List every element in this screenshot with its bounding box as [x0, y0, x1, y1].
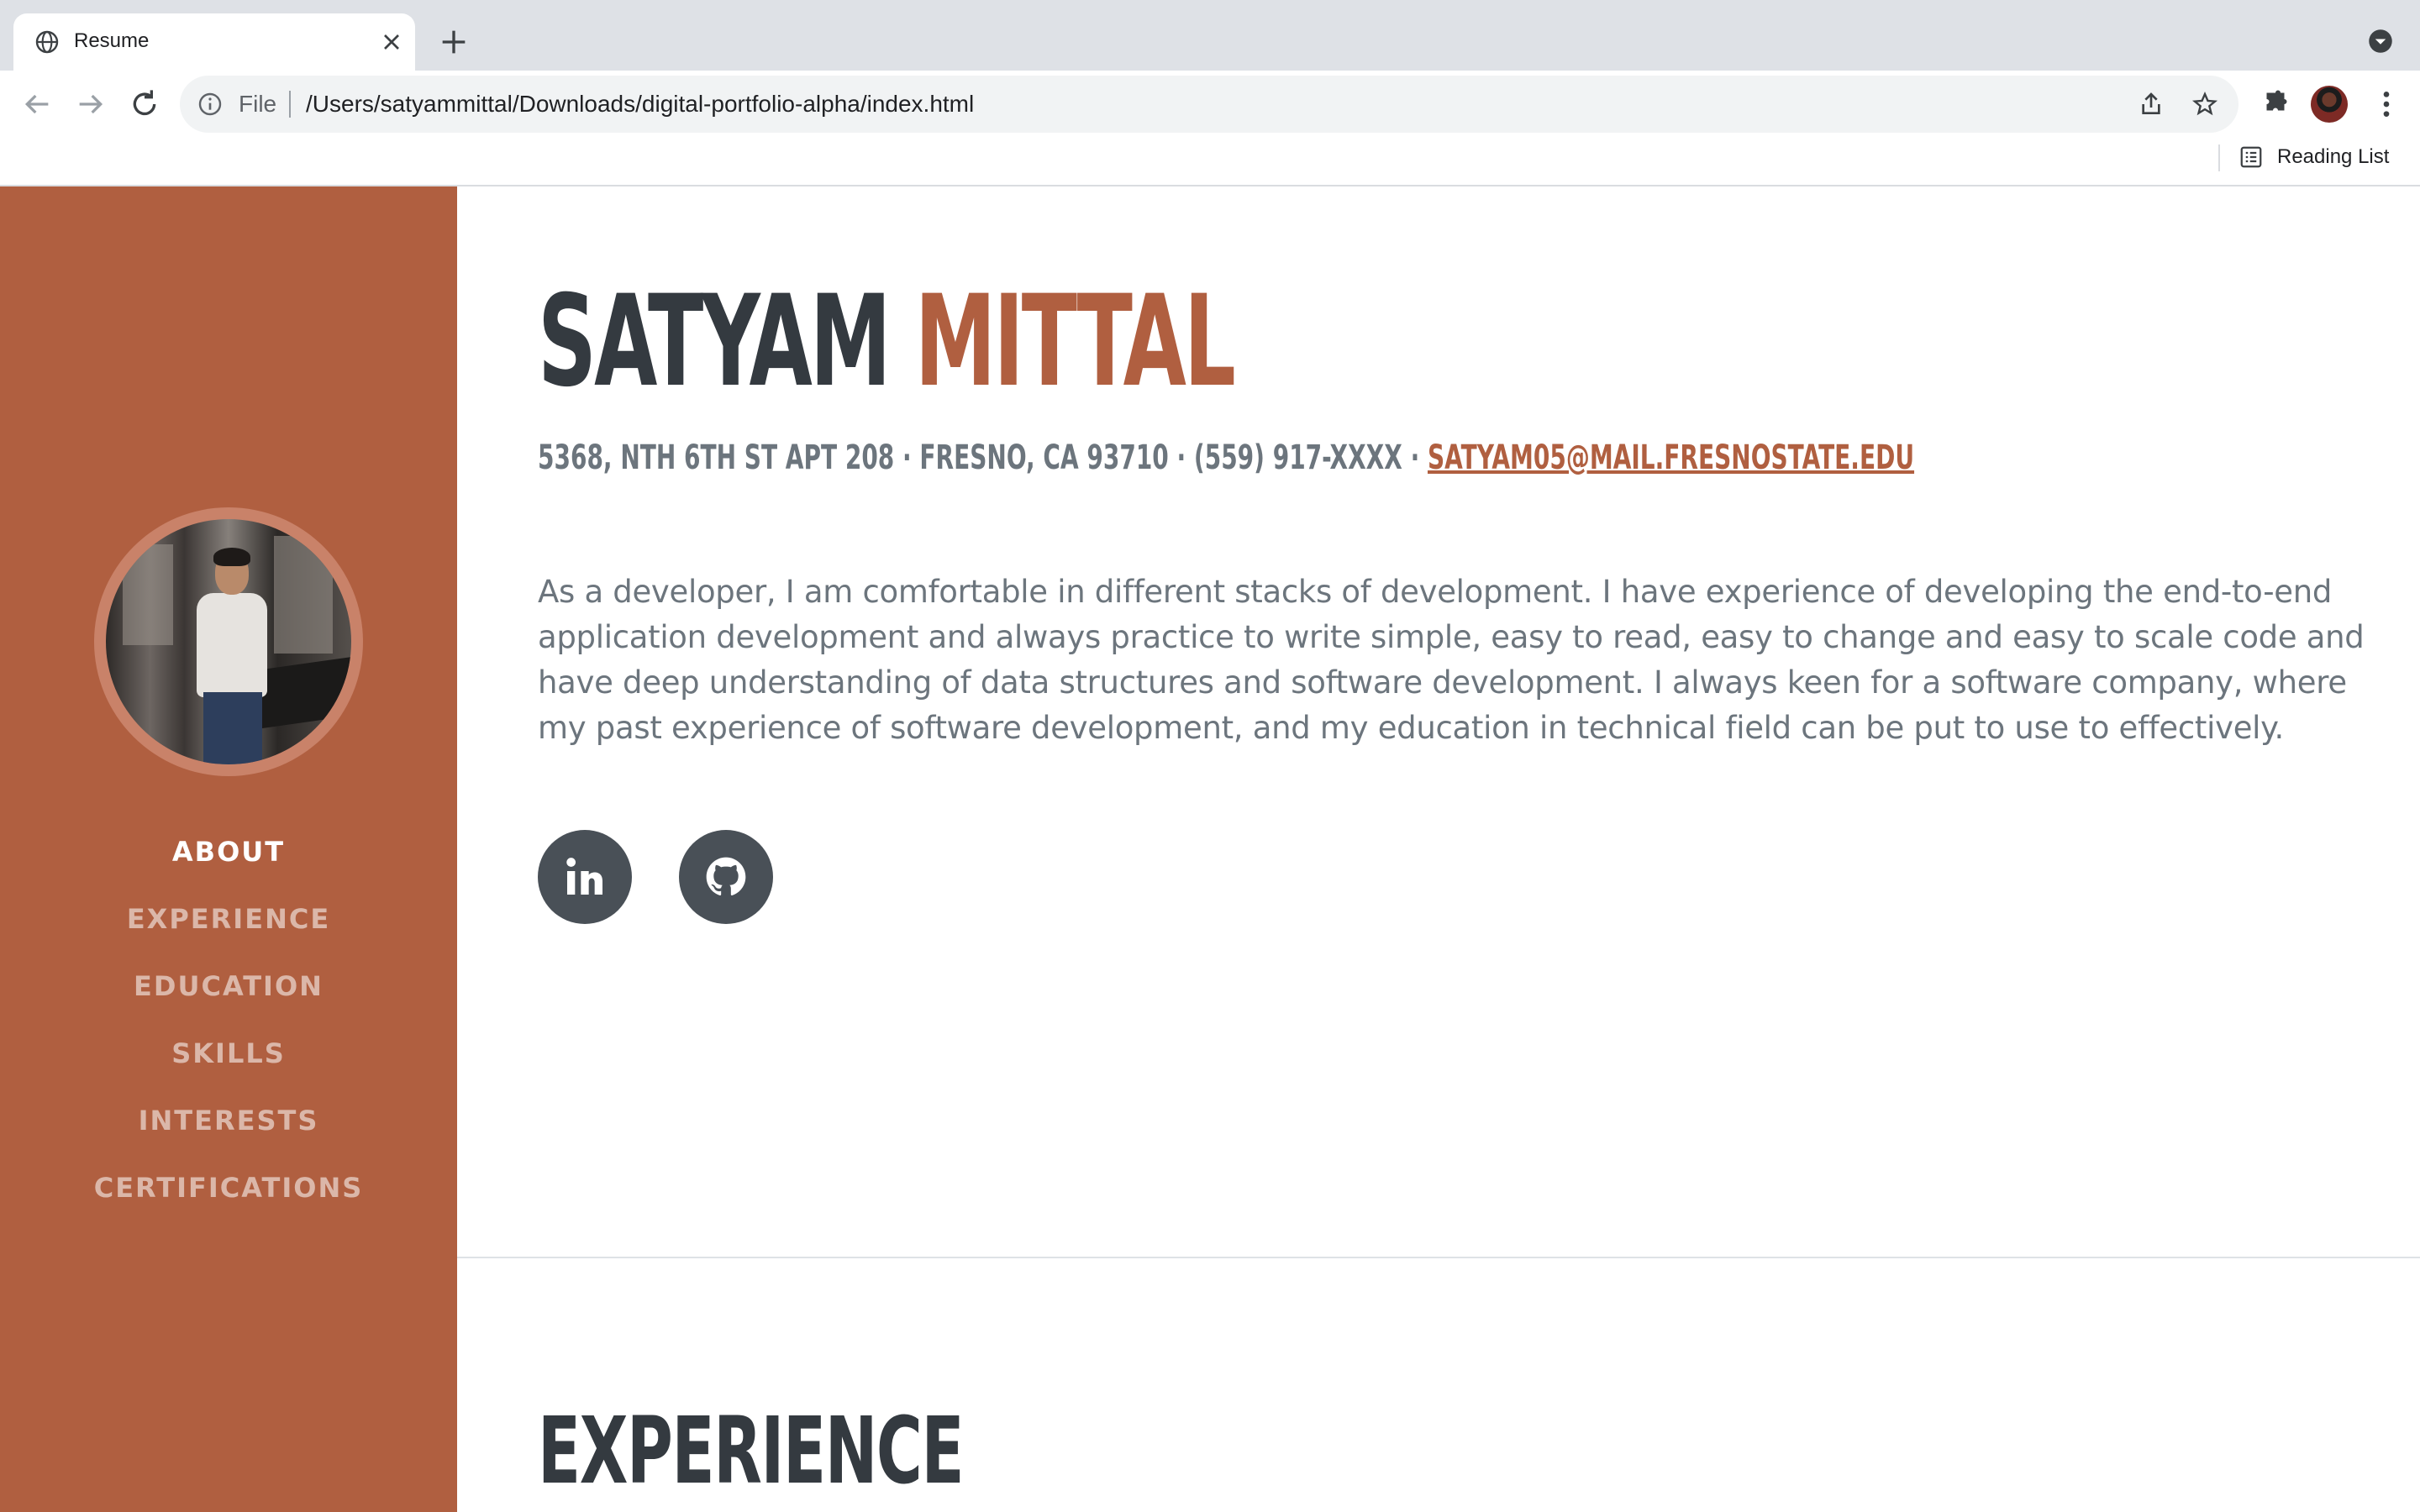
scheme-label: File — [239, 91, 277, 117]
contact-line: 5368, NTH 6TH ST APT 208 · FRESNO, CA 93… — [538, 437, 1914, 479]
nav-item-skills[interactable]: SKILLS — [0, 1020, 457, 1087]
globe-icon — [35, 30, 59, 54]
nav-item-experience[interactable]: EXPERIENCE — [0, 885, 457, 953]
page-viewport: ABOUT EXPERIENCE EDUCATION SKILLS INTERE… — [0, 186, 2420, 1512]
bookmark-star-icon[interactable] — [2191, 91, 2218, 118]
github-button[interactable] — [679, 830, 773, 924]
url-text[interactable]: /Users/satyammittal/Downloads/digital-po… — [306, 88, 974, 120]
back-arrow-icon[interactable] — [20, 87, 54, 121]
reading-list-label[interactable]: Reading List — [2277, 143, 2389, 171]
reload-icon[interactable] — [128, 87, 161, 121]
tab-title: Resume — [74, 29, 150, 52]
profile-photo-image — [106, 519, 351, 764]
sidebar: ABOUT EXPERIENCE EDUCATION SKILLS INTERE… — [0, 186, 457, 1512]
address-bar[interactable]: File /Users/satyammittal/Downloads/digit… — [180, 76, 2238, 133]
tab-search-icon[interactable] — [2368, 29, 2393, 54]
contact-details: 5368, NTH 6TH ST APT 208 · FRESNO, CA 93… — [538, 438, 1428, 477]
last-name: MITTAL — [914, 269, 1236, 415]
browser-tab[interactable]: Resume — [13, 13, 415, 71]
nav-item-about[interactable]: ABOUT — [0, 818, 457, 885]
more-menu-icon[interactable] — [2370, 87, 2403, 121]
bookmarks-divider — [2218, 144, 2220, 171]
nav-item-education[interactable]: EDUCATION — [0, 953, 457, 1020]
reading-list-icon[interactable] — [2238, 144, 2264, 170]
linkedin-icon — [566, 858, 602, 895]
share-icon[interactable] — [2138, 91, 2165, 118]
bookmarks-bar: Reading List — [0, 138, 2420, 186]
email-link[interactable]: SATYAM05@MAIL.FRESNOSTATE.EDU — [1428, 438, 1914, 477]
linkedin-button[interactable] — [538, 830, 632, 924]
new-tab-icon[interactable] — [437, 25, 471, 59]
address-separator — [289, 91, 291, 118]
browser-toolbar: File /Users/satyammittal/Downloads/digit… — [0, 71, 2420, 138]
main-content: SATYAM MITTAL 5368, NTH 6TH ST APT 208 ·… — [457, 186, 2420, 1512]
forward-arrow-icon[interactable] — [74, 87, 108, 121]
extensions-puzzle-icon[interactable] — [2260, 89, 2291, 119]
section-divider — [457, 1257, 2420, 1258]
first-name: SATYAM — [538, 269, 892, 415]
nav-item-certifications[interactable]: CERTIFICATIONS — [0, 1154, 457, 1221]
name-heading: SATYAM MITTAL — [538, 269, 1236, 415]
github-icon — [706, 857, 746, 895]
profile-photo — [94, 507, 363, 776]
tab-strip: Resume — [0, 0, 2420, 71]
sidebar-nav: ABOUT EXPERIENCE EDUCATION SKILLS INTERE… — [0, 818, 457, 1221]
intro-paragraph: As a developer, I am comfortable in diff… — [538, 574, 2365, 746]
nav-item-interests[interactable]: INTERESTS — [0, 1087, 457, 1154]
profile-avatar[interactable] — [2311, 86, 2348, 123]
experience-heading: EXPERIENCE — [538, 1397, 965, 1504]
info-icon[interactable] — [197, 91, 224, 118]
close-icon[interactable] — [378, 29, 405, 55]
